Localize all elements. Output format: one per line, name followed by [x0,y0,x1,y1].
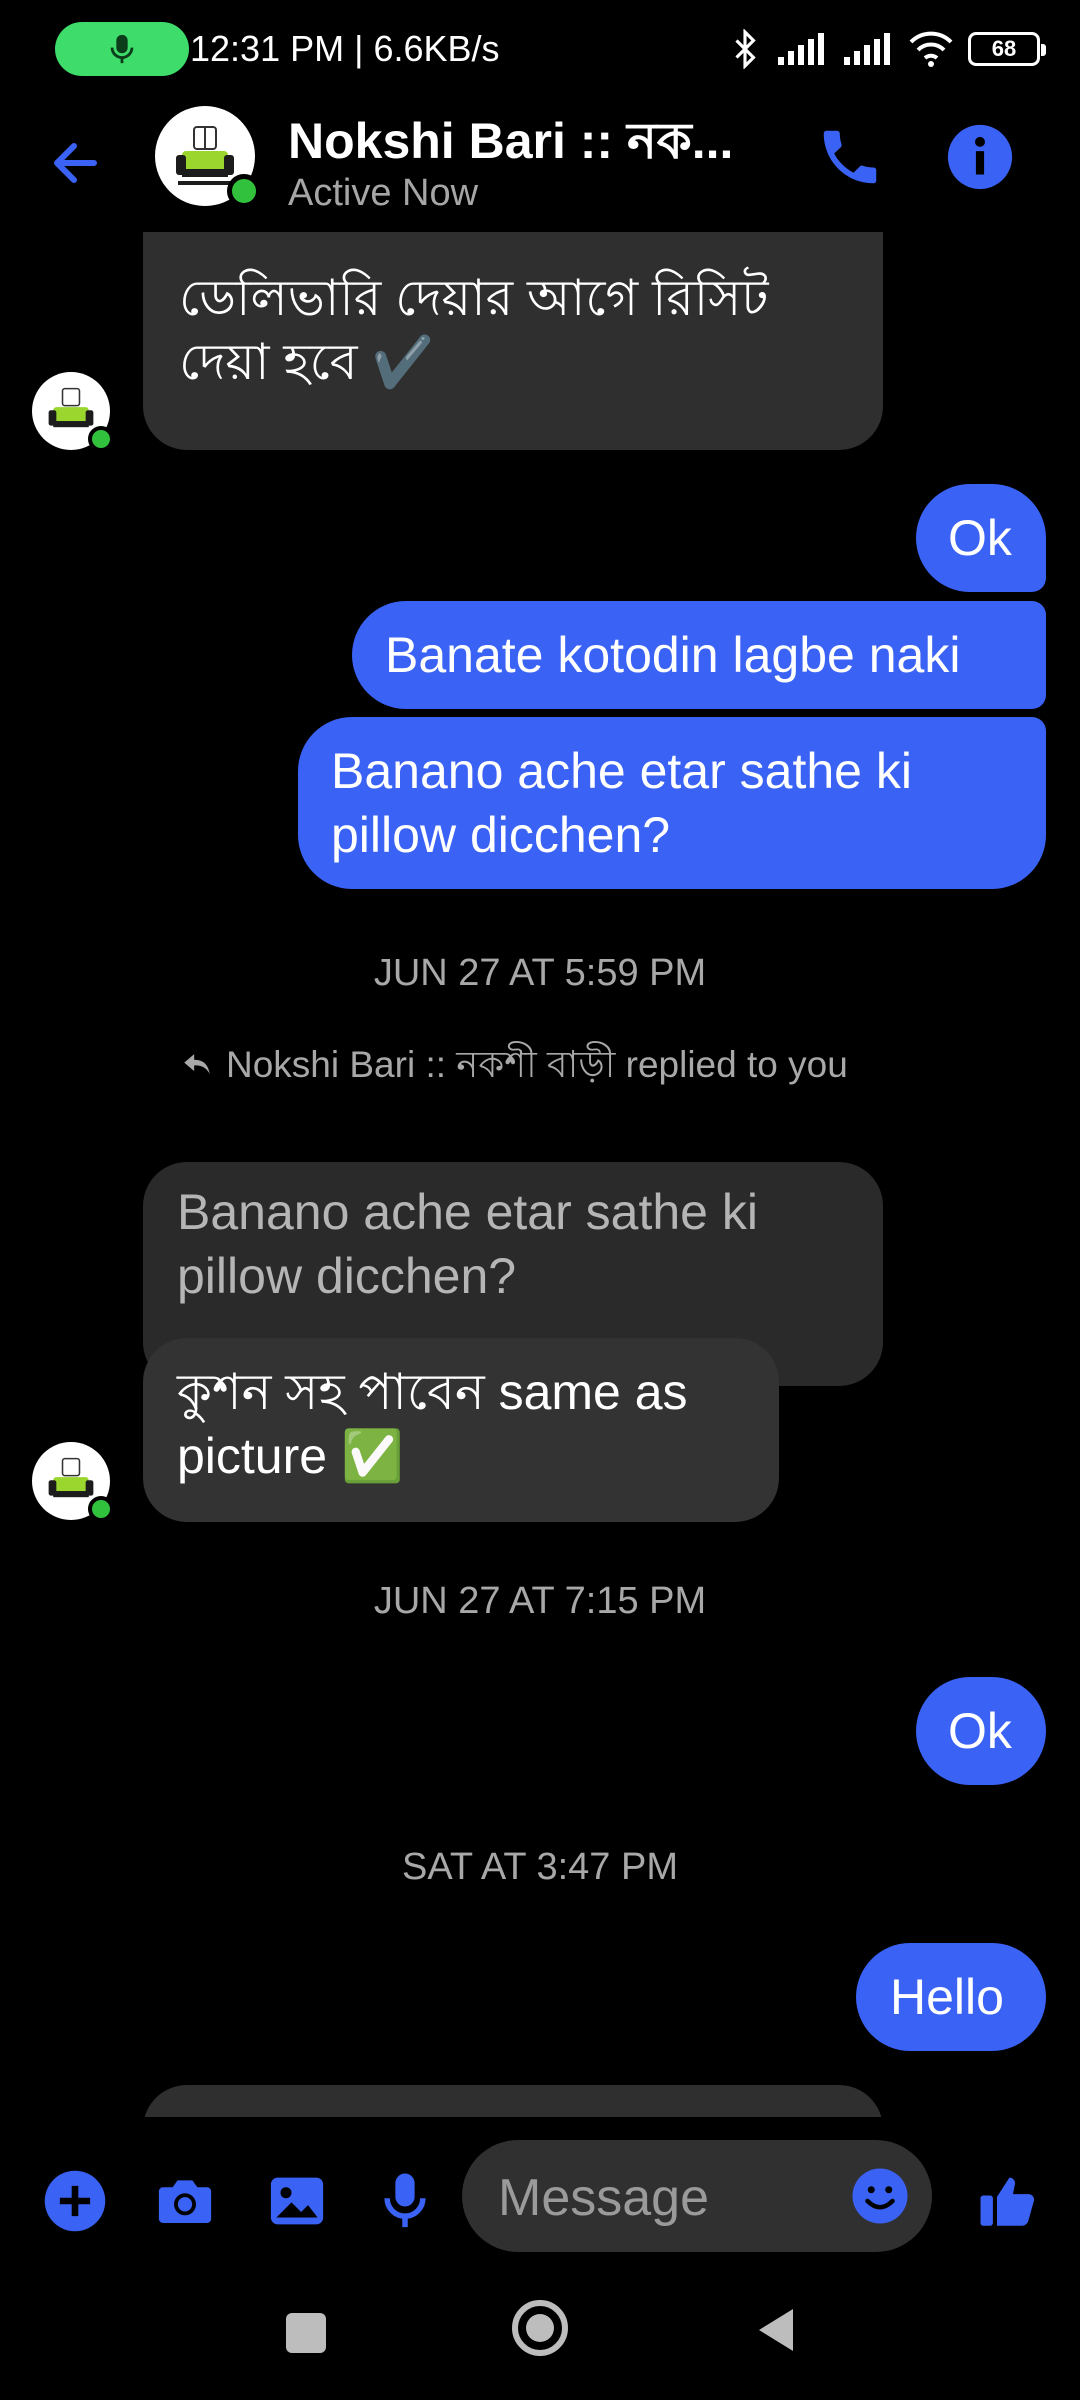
gallery-icon[interactable] [264,2168,330,2234]
incoming-message[interactable]: কুশন সহ পাবেন same as picture ✅ [143,1338,779,1522]
system-nav-bar [0,2275,1080,2400]
message-text: ডেলিভারি দেয়ার আগে রিসিট দেয়া হবে ✔️ [179,270,769,390]
incoming-message[interactable]: ডেলিভারি দেয়ার আগে রিসিট দেয়া হবে ✔️ [143,232,883,450]
outgoing-message[interactable]: Ok [916,1677,1046,1785]
chat-header: Nokshi Bari :: নক... Active Now [0,100,1080,230]
message-text: Ok [948,510,1012,566]
message-timestamp: JUN 27 AT 7:15 PM [373,1580,707,1622]
wifi-icon [909,31,953,67]
nav-back-button[interactable] [753,2305,797,2355]
microphone-icon[interactable] [372,2168,438,2234]
phone-icon[interactable] [815,122,885,192]
back-arrow-icon[interactable] [42,128,112,198]
mic-icon [110,34,134,64]
message-placeholder: Message [498,2169,709,2227]
outgoing-message[interactable]: Banate kotodin lagbe naki [352,601,1046,709]
outgoing-message[interactable]: Ok [916,484,1046,592]
reply-context-text: Nokshi Bari :: নকশী বাড়ী replied to you [226,1044,848,1085]
message-timestamp: SAT AT 3:47 PM [402,1846,678,1888]
recents-button[interactable] [286,2313,326,2353]
battery-indicator: 68 [968,32,1046,66]
online-status-dot [88,426,114,452]
online-status-dot [227,174,261,208]
active-status: Active Now [288,172,479,214]
plus-circle-icon[interactable] [42,2168,108,2234]
contact-avatar[interactable] [155,106,261,208]
emoji-icon[interactable] [850,2166,910,2226]
quoted-text: Banano ache etar sathe ki pillow dicchen… [177,1184,758,1304]
thumbs-up-icon[interactable] [975,2168,1041,2234]
sender-avatar[interactable] [32,1442,114,1522]
home-button[interactable] [510,2298,570,2358]
status-time: 12:31 PM | 6.6KB/s [190,28,500,69]
message-timestamp: JUN 27 AT 5:59 PM [373,952,707,994]
message-text: কুশন সহ পাবেন same as picture ✅ [177,1364,688,1484]
signal-icon [778,33,824,65]
message-list[interactable]: ডেলিভারি দেয়ার আগে রিসিট দেয়া হবে ✔️ O… [0,232,1080,2117]
status-icons: 68 [728,26,1046,72]
message-text: Banate kotodin lagbe naki [385,627,961,683]
reply-context: Nokshi Bari :: নকশী বাড়ী replied to you [226,1038,886,1092]
message-text: Ok [948,1703,1012,1759]
camera-icon[interactable] [152,2168,218,2234]
message-input[interactable]: Message [462,2140,932,2252]
outgoing-message[interactable]: Hello [856,1943,1046,2051]
bluetooth-icon [735,29,756,69]
message-composer: Message [0,2125,1080,2275]
message-text: Hello [890,1969,1004,2025]
message-text: Banano ache etar sathe ki pillow dicchen… [331,743,912,863]
info-icon[interactable] [945,122,1015,192]
outgoing-message[interactable]: Banano ache etar sathe ki pillow dicchen… [298,717,1046,889]
incoming-message-partial[interactable] [143,2085,883,2117]
reply-arrow-icon [184,1054,210,1074]
signal-icon-2 [844,33,890,65]
status-bar: 12:31 PM | 6.6KB/s 68 [0,0,1080,100]
online-status-dot [88,1496,114,1522]
mic-active-indicator [55,22,189,76]
sender-avatar[interactable] [32,372,114,452]
battery-level: 68 [991,36,1017,61]
